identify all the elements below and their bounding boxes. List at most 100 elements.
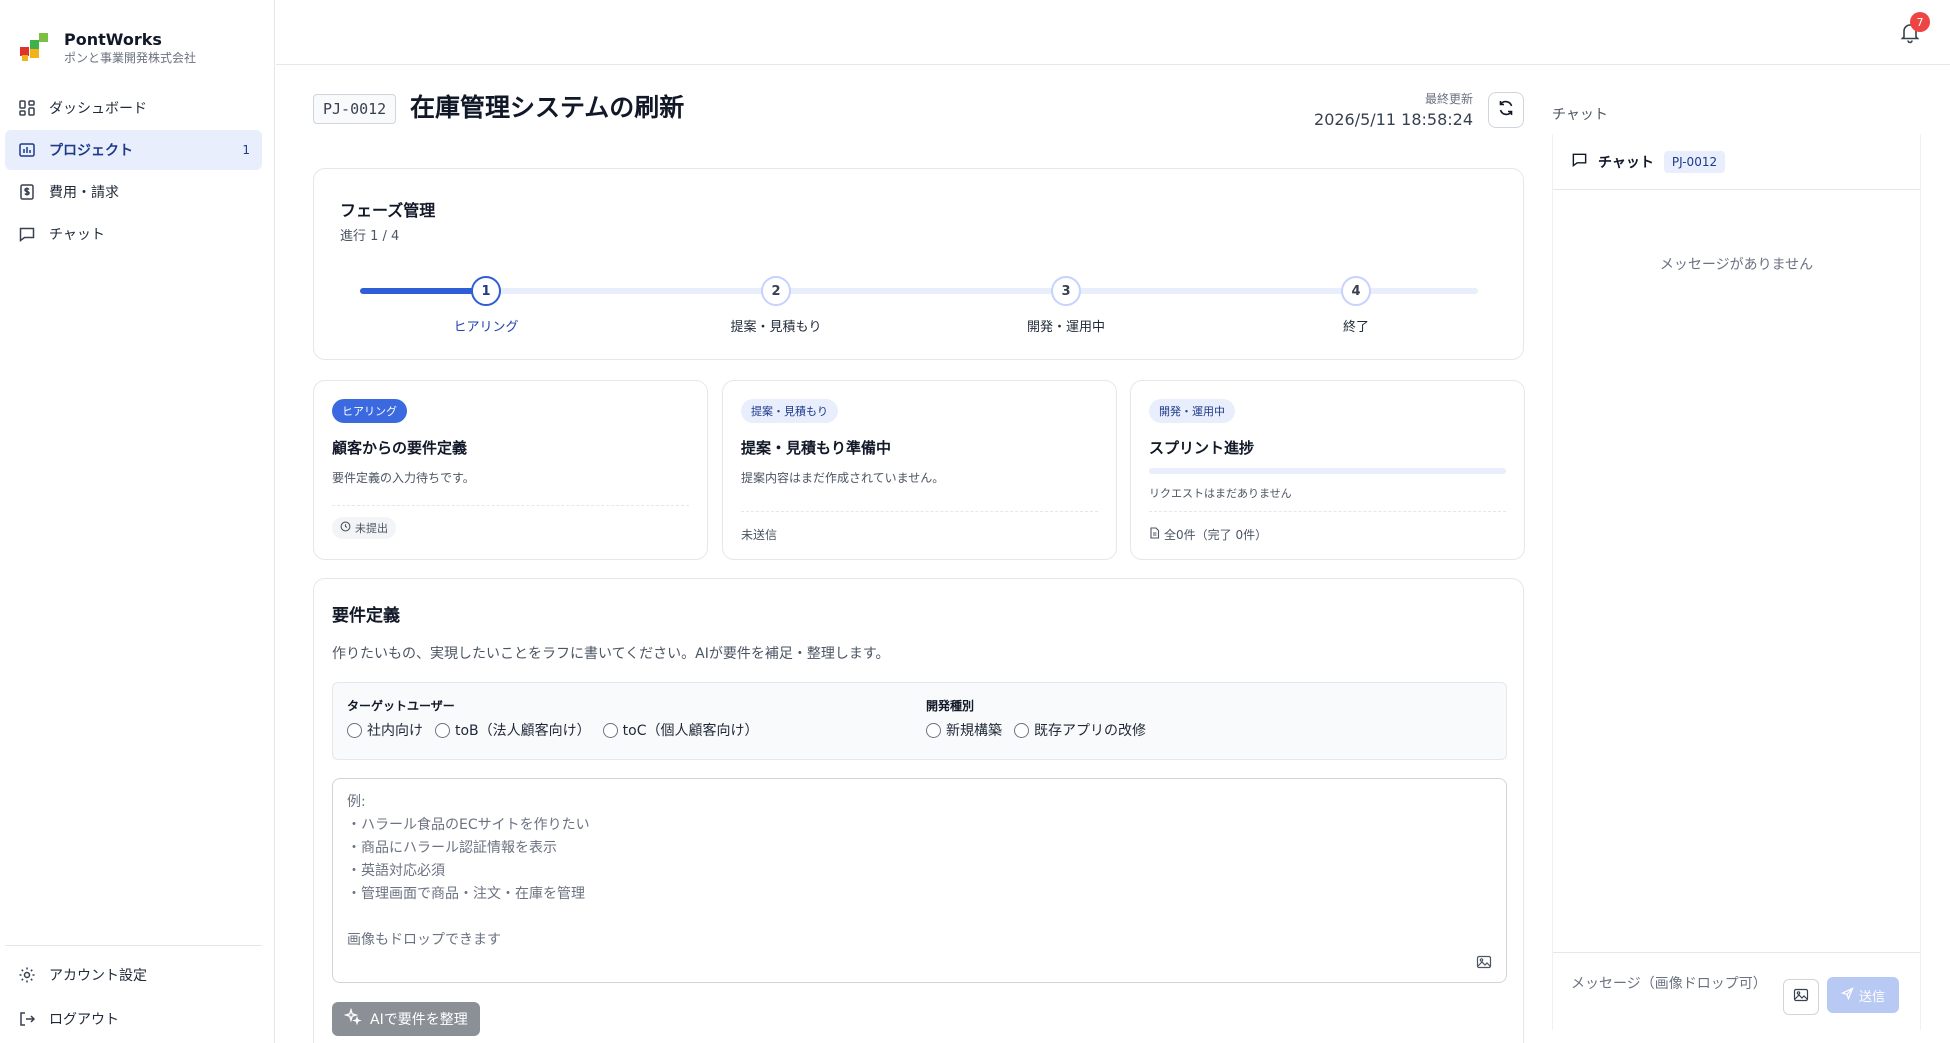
project-icon bbox=[17, 140, 37, 160]
placeholder-line: 画像もドロップできます bbox=[347, 932, 501, 948]
document-icon bbox=[1149, 527, 1160, 542]
radio-internal[interactable]: 社内向け bbox=[347, 720, 423, 740]
sidebar-item-label: ログアウト bbox=[49, 1012, 119, 1028]
notification-badge: 7 bbox=[1910, 12, 1930, 32]
sidebar-item-label: ダッシュボード bbox=[49, 101, 147, 117]
requirements-card: 要件定義 作りたいもの、実現したいことをラフに書いてください。AIが要件を補足・… bbox=[313, 578, 1524, 1043]
phase-progress-text: 進行 1 / 4 bbox=[340, 229, 400, 244]
placeholder-line: ・ハラール食品のECサイトを作りたい bbox=[347, 817, 590, 833]
ai-organize-label: AIで要件を整理 bbox=[370, 1012, 468, 1028]
chat-panel-header: チャット PJ-0012 bbox=[1553, 134, 1920, 190]
send-label: 送信 bbox=[1858, 989, 1885, 1005]
placeholder-line: 例: bbox=[347, 794, 366, 810]
phase-step-4[interactable]: 4 bbox=[1341, 276, 1371, 306]
sidebar-item-label: 費用・請求 bbox=[49, 185, 119, 201]
sidebar-item-dashboard[interactable]: ダッシュボード bbox=[5, 88, 262, 128]
project-code: PJ-0012 bbox=[313, 94, 397, 124]
sidebar-item-projects[interactable]: プロジェクト 1 bbox=[5, 130, 262, 170]
brand[interactable]: PontWorks ポンと事業開発株式会社 bbox=[20, 30, 196, 66]
radio-circle bbox=[602, 722, 618, 738]
placeholder-line bbox=[347, 906, 1492, 929]
proposal-status-card[interactable]: 提案・見積もり 提案・見積もり準備中 提案内容はまだ作成されていません。 未送信 bbox=[722, 380, 1117, 560]
card-title: 顧客からの要件定義 bbox=[332, 439, 468, 457]
sidebar-item-logout[interactable]: ログアウト bbox=[5, 998, 262, 1040]
phase-step-label: 開発・運用中 bbox=[1026, 320, 1105, 335]
card-title: 提案・見積もり準備中 bbox=[741, 439, 892, 457]
card-description: リクエストはまだありません bbox=[1149, 487, 1292, 500]
card-title: スプリント進捗 bbox=[1149, 439, 1255, 457]
radio-label: toC（個人顧客向け） bbox=[622, 723, 759, 739]
requirements-textarea[interactable]: 例: ・ハラール食品のECサイトを作りたい ・商品にハラール認証情報を表示 ・英… bbox=[332, 778, 1507, 983]
send-button[interactable]: 送信 bbox=[1827, 977, 1899, 1013]
radio-existing-app[interactable]: 既存アプリの改修 bbox=[1014, 720, 1146, 740]
status-badge: 未提出 bbox=[332, 517, 396, 539]
sidebar: PontWorks ポンと事業開発株式会社 ダッシュボード プロジェクト 1 費… bbox=[0, 0, 275, 1043]
phase-title: フェーズ管理 bbox=[340, 201, 436, 220]
chat-icon bbox=[1571, 151, 1588, 172]
dev-type-group: 開発種別 新規構築 既存アプリの改修 bbox=[926, 697, 1146, 740]
chat-icon bbox=[17, 224, 37, 244]
card-footer: 全0件（完了 0件） bbox=[1149, 526, 1267, 543]
radio-label: 既存アプリの改修 bbox=[1034, 723, 1146, 739]
divider bbox=[741, 511, 1098, 512]
billing-icon bbox=[17, 182, 37, 202]
radio-label: 社内向け bbox=[367, 723, 423, 739]
radio-new-build[interactable]: 新規構築 bbox=[926, 720, 1002, 740]
card-description: 提案内容はまだ作成されていません。 bbox=[741, 471, 945, 485]
phase-track-fill bbox=[360, 288, 486, 294]
chat-input-area: メッセージ（画像ドロップ可） 送信 bbox=[1553, 952, 1920, 1030]
phase-step-label: ヒアリング bbox=[453, 320, 519, 335]
phase-track bbox=[360, 288, 1478, 294]
brand-name: PontWorks bbox=[64, 30, 162, 49]
project-count-badge: 1 bbox=[242, 143, 250, 157]
refresh-button[interactable] bbox=[1488, 92, 1524, 128]
chat-panel-title: チャット bbox=[1598, 154, 1654, 171]
request-count: 全0件（完了 0件） bbox=[1164, 528, 1268, 542]
image-upload-icon[interactable] bbox=[1476, 954, 1494, 972]
radio-tob[interactable]: toB（法人顧客向け） bbox=[435, 720, 591, 740]
sidebar-item-account-settings[interactable]: アカウント設定 bbox=[5, 954, 262, 996]
image-icon bbox=[1793, 987, 1809, 1007]
sparkle-icon bbox=[343, 1007, 362, 1030]
chat-image-button[interactable] bbox=[1783, 979, 1819, 1015]
sidebar-item-label: プロジェクト bbox=[49, 143, 133, 159]
dev-type-label: 開発種別 bbox=[926, 699, 975, 713]
sidebar-item-label: アカウント設定 bbox=[49, 968, 147, 984]
chat-panel: チャット PJ-0012 メッセージがありません メッセージ（画像ドロップ可） … bbox=[1552, 134, 1921, 1030]
logo-icon bbox=[20, 33, 50, 63]
placeholder-line: ・英語対応必須 bbox=[347, 863, 445, 879]
phase-step-2[interactable]: 2 bbox=[761, 276, 791, 306]
placeholder-line: ・商品にハラール認証情報を表示 bbox=[347, 840, 557, 856]
sprint-progress-bar bbox=[1149, 468, 1506, 474]
radio-toc[interactable]: toC（個人顧客向け） bbox=[602, 720, 759, 740]
send-icon bbox=[1840, 986, 1854, 1004]
card-footer: 未提出 bbox=[332, 517, 396, 539]
ai-organize-button[interactable]: AIで要件を整理 bbox=[332, 1002, 480, 1036]
chat-message-input[interactable]: メッセージ（画像ドロップ可） bbox=[1571, 973, 1771, 993]
sidebar-item-label: チャット bbox=[49, 227, 105, 243]
card-description: 要件定義の入力待ちです。 bbox=[332, 471, 475, 485]
gear-icon bbox=[17, 965, 37, 985]
sprint-status-card[interactable]: 開発・運用中 スプリント進捗 リクエストはまだありません 全0件（完了 0件） bbox=[1130, 380, 1525, 560]
chat-project-chip: PJ-0012 bbox=[1663, 150, 1726, 173]
sidebar-item-chat[interactable]: チャット bbox=[5, 214, 262, 254]
phase-step-3[interactable]: 3 bbox=[1051, 276, 1081, 306]
phase-pill: 開発・運用中 bbox=[1149, 399, 1235, 423]
card-footer: 未送信 bbox=[741, 528, 778, 542]
sidebar-item-billing[interactable]: 費用・請求 bbox=[5, 172, 262, 212]
sidebar-nav: ダッシュボード プロジェクト 1 費用・請求 チャット bbox=[5, 88, 262, 256]
radio-circle bbox=[347, 722, 362, 738]
sidebar-bottom: アカウント設定 ログアウト bbox=[5, 945, 262, 1042]
chat-empty-state: メッセージがありません bbox=[1659, 257, 1814, 273]
refresh-icon bbox=[1496, 98, 1516, 122]
phase-step-1[interactable]: 1 bbox=[471, 276, 501, 306]
phase-pill: 提案・見積もり bbox=[741, 399, 838, 423]
hearing-status-card[interactable]: ヒアリング 顧客からの要件定義 要件定義の入力待ちです。 未提出 bbox=[313, 380, 708, 560]
chat-heading: チャット bbox=[1552, 107, 1608, 123]
radio-circle bbox=[435, 722, 450, 738]
radio-label: toB（法人顧客向け） bbox=[455, 723, 591, 739]
logout-icon bbox=[17, 1009, 37, 1029]
phase-pill: ヒアリング bbox=[332, 399, 407, 423]
radio-circle bbox=[926, 722, 941, 738]
dashboard-icon bbox=[17, 98, 37, 118]
